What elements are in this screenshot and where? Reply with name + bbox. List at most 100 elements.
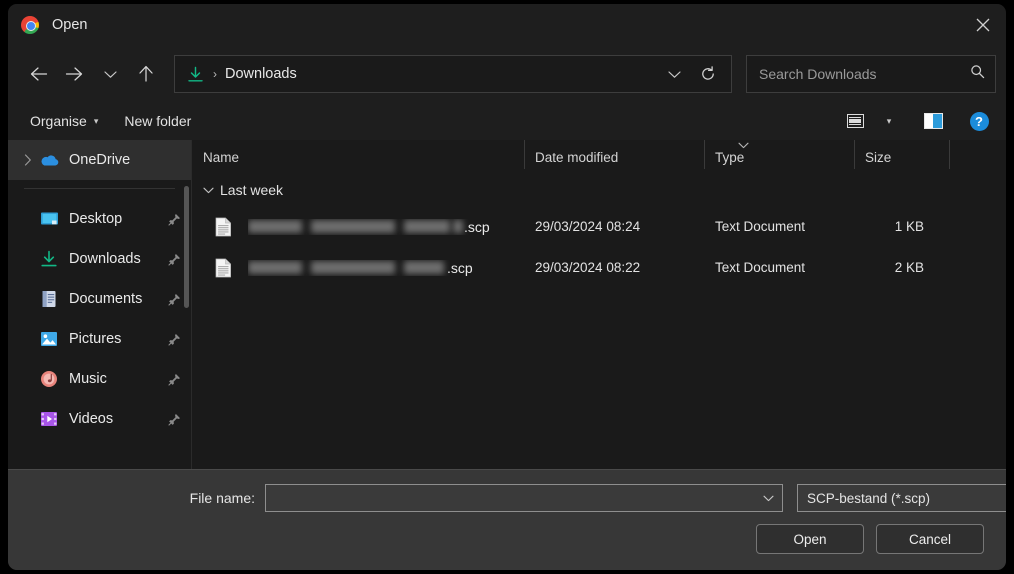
file-size-cell: 1 KB (894, 219, 924, 234)
table-row[interactable]: .scp 29/03/2024 08:22 Text Document 2 KB (192, 247, 1006, 288)
preview-pane-button[interactable] (918, 107, 948, 135)
sidebar-item-onedrive[interactable]: OneDrive (8, 140, 191, 180)
videos-icon (38, 411, 60, 427)
search-box[interactable] (746, 55, 996, 93)
column-header-type[interactable]: Type (704, 140, 854, 169)
pin-icon[interactable] (165, 253, 183, 266)
file-type-cell: Text Document (715, 260, 806, 275)
chevron-down-icon: ▾ (93, 115, 99, 126)
column-header-name[interactable]: Name (192, 145, 524, 169)
redacted-filename-part (453, 220, 463, 233)
dialog-footer: File name: SCP-bestand (*.scp) Open Canc… (8, 469, 1006, 570)
column-header-size[interactable]: Size (854, 140, 949, 169)
redacted-filename-part (311, 261, 395, 274)
chevron-down-icon[interactable] (203, 187, 220, 194)
pin-icon[interactable] (165, 333, 183, 346)
new-folder-button[interactable]: New folder (116, 108, 199, 134)
file-extension: .scp (447, 259, 473, 276)
view-layout-button[interactable] (840, 107, 870, 135)
dialog-body: OneDrive Desktop Downloads Documents Pic… (8, 140, 1006, 469)
group-header-label: Last week (220, 182, 284, 198)
documents-icon (38, 290, 60, 308)
breadcrumb-current[interactable]: Downloads (225, 66, 657, 82)
pin-icon[interactable] (165, 213, 183, 226)
file-extension: .scp (464, 218, 490, 235)
sidebar-item-videos[interactable]: Videos (8, 399, 191, 439)
downloads-icon (187, 66, 204, 83)
open-button[interactable]: Open (756, 524, 864, 554)
search-icon[interactable] (970, 64, 985, 84)
pin-icon[interactable] (165, 413, 183, 426)
breadcrumb-separator: › (213, 67, 217, 81)
group-header-last-week[interactable]: Last week (192, 174, 1006, 206)
search-input[interactable] (759, 66, 970, 82)
sidebar-item-documents[interactable]: Documents (8, 279, 191, 319)
file-name-cell: .scp (248, 260, 524, 276)
sidebar-scrollbar[interactable] (184, 186, 189, 308)
new-folder-label: New folder (124, 113, 192, 129)
address-dropdown-icon[interactable] (657, 57, 691, 91)
up-button[interactable] (128, 57, 164, 91)
open-file-dialog: Open › Downloads Search Downloads Organi… (8, 4, 1006, 570)
downloads-icon (38, 250, 60, 268)
desktop-icon (38, 211, 60, 228)
sidebar-item-downloads[interactable]: Downloads (8, 239, 191, 279)
redacted-filename-part (248, 261, 302, 274)
organise-label: Organise (30, 113, 87, 129)
pin-icon[interactable] (165, 373, 183, 386)
refresh-icon[interactable] (691, 57, 725, 91)
back-button[interactable] (20, 57, 56, 91)
redacted-filename-part (404, 261, 444, 274)
close-button[interactable] (960, 4, 1006, 46)
column-header-end-divider (949, 140, 960, 169)
sidebar-item-label: OneDrive (69, 152, 131, 168)
view-layout-dropdown[interactable]: ▾ (874, 107, 904, 135)
sidebar-item-label: Pictures (69, 331, 122, 347)
footer-row-buttons: Open Cancel (30, 524, 984, 554)
sidebar-item-desktop[interactable]: Desktop (8, 199, 191, 239)
command-bar: Organise ▾ New folder ▾ ? (8, 102, 1006, 140)
sidebar-item-music[interactable]: Music (8, 359, 191, 399)
column-header-date-modified[interactable]: Date modified (524, 140, 704, 169)
help-button[interactable]: ? (964, 107, 994, 135)
sidebar-item-label: Videos (69, 411, 114, 427)
column-headers: Name Date modified Type Size (192, 140, 1006, 174)
file-name-label: File name: (189, 490, 255, 506)
help-icon: ? (969, 111, 989, 131)
table-row[interactable]: .scp 29/03/2024 08:24 Text Document 1 KB (192, 206, 1006, 247)
title-bar: Open (8, 4, 1006, 46)
forward-button[interactable] (56, 57, 92, 91)
file-date-cell: 29/03/2024 08:24 (535, 219, 641, 234)
sidebar-item-label: Music (69, 371, 107, 387)
file-size-cell: 2 KB (894, 260, 924, 275)
music-icon (38, 370, 60, 388)
onedrive-cloud-icon (38, 153, 60, 167)
address-bar[interactable]: › Downloads (174, 55, 732, 93)
sort-descending-icon (736, 140, 750, 150)
cancel-button[interactable]: Cancel (876, 524, 984, 554)
layout-view-icon (846, 114, 864, 128)
redacted-filename-part (248, 220, 302, 233)
pictures-icon (38, 331, 60, 347)
sidebar-item-pictures[interactable]: Pictures (8, 319, 191, 359)
recent-locations-button[interactable] (92, 57, 128, 91)
redacted-filename-part (404, 220, 450, 233)
chevron-right-icon[interactable] (18, 154, 38, 166)
footer-row-filename: File name: SCP-bestand (*.scp) (30, 484, 1006, 512)
file-type-cell: Text Document (715, 219, 806, 234)
pin-icon[interactable] (165, 293, 183, 306)
sidebar-item-label: Documents (69, 291, 143, 307)
organise-menu-button[interactable]: Organise ▾ (22, 108, 106, 134)
chevron-down-icon: ▾ (886, 115, 892, 126)
navigation-bar: › Downloads (8, 46, 1006, 102)
text-document-icon (215, 217, 237, 237)
redacted-filename-part (311, 220, 395, 233)
window-title: Open (52, 17, 88, 33)
sidebar-separator (24, 188, 175, 189)
chevron-down-icon[interactable] (758, 495, 778, 502)
file-name-field[interactable] (265, 484, 783, 512)
file-type-dropdown[interactable]: SCP-bestand (*.scp) (797, 484, 1006, 512)
sidebar-item-label: Desktop (69, 211, 123, 227)
file-name-input[interactable] (274, 490, 758, 506)
file-date-cell: 29/03/2024 08:22 (535, 260, 641, 275)
